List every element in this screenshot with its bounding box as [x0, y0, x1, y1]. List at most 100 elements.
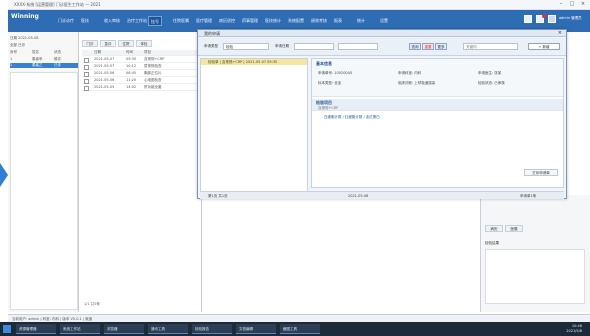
- request-detail: 基本信息 申请单号: 10020045 申请科室: 内科 申请医生: 张某 标本类型:…: [311, 58, 564, 188]
- field-value: 张某: [494, 71, 502, 75]
- taskbar-item[interactable]: 文档编辑: [236, 324, 276, 334]
- menu-item[interactable]: 治疗工作站: [125, 16, 149, 26]
- menu-item[interactable]: 药事管理: [240, 16, 260, 26]
- table-cell: 胸部正位片: [144, 71, 162, 75]
- message-icon[interactable]: [536, 14, 546, 23]
- field-value: 内科: [414, 71, 422, 75]
- date-to-input[interactable]: [338, 43, 378, 50]
- table-row[interactable]: 2021-05-05 14:02 肝功能全套: [82, 85, 200, 91]
- row-index: 2: [10, 63, 13, 67]
- avatar[interactable]: [548, 15, 556, 23]
- window-title: XXXX-系统 [运营管理] 门诊医生工作站 — 2021: [14, 2, 101, 7]
- reset-button[interactable]: 重置: [422, 43, 434, 50]
- menu-item[interactable]: 收入审核: [102, 16, 122, 26]
- new-request-button[interactable]: + 新增: [528, 43, 560, 50]
- basic-info-section: 基本信息 申请单号: 10020045 申请科室: 内科 申请医生: 张某 标本类型:…: [312, 59, 563, 97]
- grid-icon[interactable]: [524, 15, 532, 23]
- taskbar-item[interactable]: 系统工作站: [60, 324, 100, 334]
- user-area: admin 管理员: [524, 14, 584, 27]
- maximize-icon[interactable]: □: [567, 1, 577, 8]
- table-cell: 肝功能全套: [144, 85, 162, 89]
- row-checkbox[interactable]: [84, 65, 89, 70]
- tab-checkup[interactable]: 体检: [136, 40, 152, 47]
- menu-item[interactable]: 医技统计: [263, 16, 283, 26]
- menu-item[interactable]: 医技: [79, 16, 91, 26]
- list-item-selected[interactable]: 2 患者乙 已诊: [10, 63, 78, 68]
- my-request-dialog: 我的申请 × 申请类型 检验 申请日期 查询 重置 更多 + 新增 检验单 | …: [197, 29, 567, 199]
- row-checkbox[interactable]: [84, 86, 89, 91]
- close-icon[interactable]: ×: [558, 30, 562, 37]
- table-row[interactable]: 2021-05-07 10:12 尿常规检查: [82, 64, 200, 70]
- menu-item[interactable]: 病历质控: [217, 16, 237, 26]
- tab-outpatient[interactable]: 门诊: [82, 40, 98, 47]
- result-area[interactable]: [485, 249, 585, 304]
- patient-panel: 日期 2021-05-08 全部 已诊 序号 姓名 状态 1 患者甲 候诊 2 …: [8, 32, 79, 312]
- taskbar-item[interactable]: 检验报告: [192, 324, 232, 334]
- menu-item[interactable]: 住院医嘱: [171, 16, 191, 26]
- user-name[interactable]: admin 管理员: [559, 16, 582, 21]
- taskbar-clock[interactable]: 10:48 2021/5/8: [566, 324, 582, 334]
- start-icon[interactable]: [3, 325, 11, 333]
- clock-date: 2021/5/8: [566, 329, 582, 333]
- footer-count: 申请单1条: [520, 194, 537, 198]
- pager[interactable]: 第1页 共1页: [208, 194, 228, 199]
- column-header: 时间: [126, 50, 133, 54]
- tab-emergency[interactable]: 急诊: [100, 40, 116, 47]
- date-filter[interactable]: 日期 2021-05-08: [10, 36, 78, 41]
- list-item[interactable]: 检验单 | 血常规+CRP | 2021-05-07 09:30: [201, 59, 307, 65]
- print-request-button[interactable]: 打印申请单: [524, 169, 558, 176]
- menu-item[interactable]: 医疗管理: [194, 16, 214, 26]
- section-title: 基本信息: [316, 61, 332, 66]
- tab-record[interactable]: 病历: [485, 225, 503, 232]
- menu-item[interactable]: 绩效考核: [309, 16, 329, 26]
- history-header: 日期 时间 项目: [82, 50, 200, 56]
- table-row[interactable]: 2021-05-06 08:45 胸部正位片: [82, 71, 200, 77]
- expand-arrow-icon[interactable]: [0, 163, 8, 187]
- table-cell: 2021-05-07: [94, 57, 115, 61]
- row-checkbox[interactable]: [84, 72, 89, 77]
- taskbar-item[interactable]: 截图工具: [280, 324, 320, 334]
- date-from-input[interactable]: [294, 43, 334, 50]
- close-icon[interactable]: ×: [578, 1, 588, 8]
- query-button[interactable]: 查询: [409, 43, 421, 50]
- table-cell: 2021-05-07: [94, 64, 115, 68]
- taskbar-item[interactable]: 通讯工具: [148, 324, 188, 334]
- table-cell: 尿常规检查: [144, 64, 162, 68]
- patient-list[interactable]: [10, 72, 78, 310]
- detail-field: 临床诊断: 上呼吸道感染: [398, 81, 436, 85]
- row-name: 患者甲: [32, 57, 43, 61]
- field-value: 全血: [334, 81, 342, 85]
- type-select[interactable]: 检验: [223, 43, 269, 50]
- list-item[interactable]: 1 患者甲 候诊: [10, 57, 78, 62]
- tab-orders[interactable]: 医嘱: [505, 225, 523, 232]
- menu-item[interactable]: 设置: [378, 16, 390, 26]
- keyword-input[interactable]: [463, 43, 518, 50]
- row-checkbox[interactable]: [84, 58, 89, 63]
- taskbar-item[interactable]: 资源管理器: [16, 324, 56, 334]
- table-row[interactable]: 2021-05-06 11:20 心电图检查: [82, 78, 200, 84]
- table-cell: 2021-05-06: [94, 78, 115, 82]
- item-text[interactable]: 白细胞计数 / 红细胞计数 / 血红蛋白: [324, 115, 380, 120]
- status-filter[interactable]: 全部 已诊: [10, 43, 78, 48]
- more-button[interactable]: 更多: [435, 43, 447, 50]
- menu-item[interactable]: 挂号: [148, 16, 162, 26]
- menu-item[interactable]: 门诊诊疗: [56, 16, 76, 26]
- table-cell: 2021-05-05: [94, 85, 115, 89]
- minimize-icon[interactable]: –: [556, 1, 566, 8]
- table-cell: 08:45: [126, 71, 137, 75]
- row-checkbox[interactable]: [84, 79, 89, 84]
- menu-item[interactable]: 统计: [355, 16, 367, 26]
- request-list: 检验单 | 血常规+CRP | 2021-05-07 09:30: [200, 58, 308, 192]
- result-label: 检验结果: [485, 241, 499, 245]
- footer-date[interactable]: 2021-05-08: [348, 194, 368, 198]
- field-value: 上呼吸道感染: [414, 81, 436, 85]
- tab-inpatient[interactable]: 住院: [118, 40, 134, 47]
- table-row[interactable]: 2021-05-07 09:30 血常规+CRP: [82, 57, 200, 63]
- menu-item[interactable]: 系统配置: [286, 16, 306, 26]
- menu-item[interactable]: 报表: [332, 16, 344, 26]
- dialog-footer: 第1页 共1页 2021-05-08 申请单1条: [200, 191, 564, 199]
- taskbar-item[interactable]: 浏览器: [104, 324, 144, 334]
- table-cell: 2021-05-06: [94, 71, 115, 75]
- history-pager[interactable]: 1/1 共5条: [84, 302, 100, 307]
- field-value: 已审核: [494, 81, 505, 85]
